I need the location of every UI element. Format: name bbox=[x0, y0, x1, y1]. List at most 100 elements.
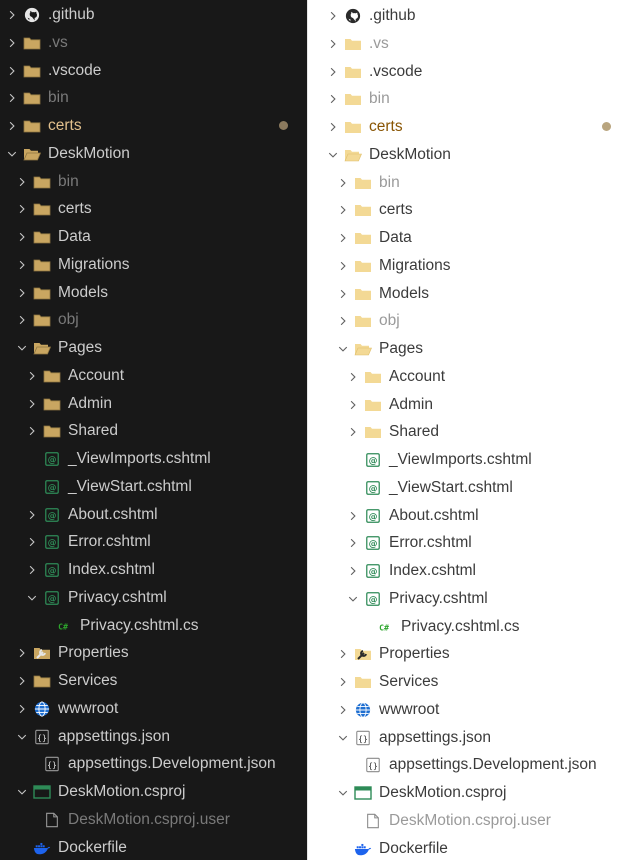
tree-item-bin[interactable]: bin bbox=[0, 85, 307, 111]
chevron-right-icon[interactable] bbox=[336, 175, 350, 191]
tree-item-admin[interactable]: Admin bbox=[308, 392, 620, 418]
chevron-right-icon[interactable] bbox=[326, 119, 340, 135]
tree-item-bin[interactable]: bin bbox=[308, 170, 620, 196]
chevron-right-icon[interactable] bbox=[346, 397, 360, 413]
chevron-right-icon[interactable] bbox=[5, 90, 19, 106]
tree-item-vscode[interactable]: .vscode bbox=[0, 58, 307, 84]
chevron-right-icon[interactable] bbox=[15, 257, 29, 273]
chevron-right-icon[interactable] bbox=[5, 63, 19, 79]
tree-item-privacy-cshtml-cs[interactable]: C# Privacy.cshtml.cs bbox=[308, 614, 620, 640]
chevron-down-icon[interactable] bbox=[346, 591, 360, 607]
tree-item-certs[interactable]: certs bbox=[308, 114, 620, 140]
tree-item-appsettings-json[interactable]: {} appsettings.json bbox=[308, 725, 620, 751]
tree-item-dockerfile[interactable]: Dockerfile bbox=[0, 835, 307, 860]
chevron-right-icon[interactable] bbox=[336, 674, 350, 690]
tree-item-wwwroot[interactable]: wwwroot bbox=[308, 697, 620, 723]
tree-item-deskmotion-csproj[interactable]: DeskMotion.csproj bbox=[308, 780, 620, 806]
tree-item-certs[interactable]: certs bbox=[0, 196, 307, 222]
chevron-right-icon[interactable] bbox=[336, 202, 350, 218]
chevron-right-icon[interactable] bbox=[5, 7, 19, 23]
tree-item-properties[interactable]: Properties bbox=[308, 641, 620, 667]
tree-item-certs[interactable]: certs bbox=[0, 113, 307, 139]
chevron-down-icon[interactable] bbox=[25, 590, 39, 606]
chevron-right-icon[interactable] bbox=[336, 286, 350, 302]
tree-item-index-cshtml[interactable]: @ Index.cshtml bbox=[0, 557, 307, 583]
tree-item-bin[interactable]: bin bbox=[308, 86, 620, 112]
tree-item-data[interactable]: Data bbox=[0, 224, 307, 250]
tree-item-pages[interactable]: Pages bbox=[308, 336, 620, 362]
tree-item-privacy-cshtml[interactable]: @ Privacy.cshtml bbox=[0, 585, 307, 611]
chevron-down-icon[interactable] bbox=[336, 341, 350, 357]
chevron-down-icon[interactable] bbox=[15, 340, 29, 356]
tree-item-obj[interactable]: obj bbox=[308, 308, 620, 334]
tree-item-deskmotion[interactable]: DeskMotion bbox=[0, 141, 307, 167]
tree-item-error-cshtml[interactable]: @ Error.cshtml bbox=[0, 529, 307, 555]
chevron-right-icon[interactable] bbox=[346, 369, 360, 385]
chevron-right-icon[interactable] bbox=[336, 230, 350, 246]
tree-item-error-cshtml[interactable]: @ Error.cshtml bbox=[308, 530, 620, 556]
chevron-right-icon[interactable] bbox=[15, 229, 29, 245]
chevron-right-icon[interactable] bbox=[336, 313, 350, 329]
tree-item-dockerfile[interactable]: Dockerfile bbox=[308, 836, 620, 860]
chevron-right-icon[interactable] bbox=[15, 285, 29, 301]
tree-item-about-cshtml[interactable]: @ About.cshtml bbox=[308, 503, 620, 529]
chevron-right-icon[interactable] bbox=[15, 201, 29, 217]
tree-item-deskmotion-csproj-user[interactable]: DeskMotion.csproj.user bbox=[0, 807, 307, 833]
chevron-right-icon[interactable] bbox=[25, 507, 39, 523]
chevron-down-icon[interactable] bbox=[326, 147, 340, 163]
chevron-right-icon[interactable] bbox=[326, 91, 340, 107]
chevron-right-icon[interactable] bbox=[15, 701, 29, 717]
chevron-down-icon[interactable] bbox=[15, 729, 29, 745]
chevron-right-icon[interactable] bbox=[25, 562, 39, 578]
tree-item-account[interactable]: Account bbox=[308, 364, 620, 390]
chevron-right-icon[interactable] bbox=[15, 673, 29, 689]
chevron-right-icon[interactable] bbox=[326, 8, 340, 24]
chevron-down-icon[interactable] bbox=[336, 785, 350, 801]
tree-item-vscode[interactable]: .vscode bbox=[308, 59, 620, 85]
tree-item-github[interactable]: .github bbox=[308, 3, 620, 29]
tree-item-account[interactable]: Account bbox=[0, 363, 307, 389]
chevron-right-icon[interactable] bbox=[25, 396, 39, 412]
chevron-right-icon[interactable] bbox=[336, 258, 350, 274]
tree-item-migrations[interactable]: Migrations bbox=[0, 252, 307, 278]
tree-item-deskmotion-csproj[interactable]: DeskMotion.csproj bbox=[0, 779, 307, 805]
chevron-right-icon[interactable] bbox=[25, 423, 39, 439]
tree-item-github[interactable]: .github bbox=[0, 2, 307, 28]
chevron-right-icon[interactable] bbox=[346, 563, 360, 579]
chevron-right-icon[interactable] bbox=[5, 118, 19, 134]
chevron-right-icon[interactable] bbox=[15, 312, 29, 328]
chevron-right-icon[interactable] bbox=[15, 645, 29, 661]
tree-item-certs[interactable]: certs bbox=[308, 197, 620, 223]
chevron-right-icon[interactable] bbox=[336, 702, 350, 718]
chevron-down-icon[interactable] bbox=[336, 730, 350, 746]
tree-item-privacy-cshtml[interactable]: @ Privacy.cshtml bbox=[308, 586, 620, 612]
tree-item-appsettings-development-json[interactable]: {} appsettings.Development.json bbox=[0, 751, 307, 777]
chevron-right-icon[interactable] bbox=[346, 508, 360, 524]
tree-item-viewimports-cshtml[interactable]: @ _ViewImports.cshtml bbox=[308, 447, 620, 473]
tree-item-viewstart-cshtml[interactable]: @ _ViewStart.cshtml bbox=[308, 475, 620, 501]
tree-item-services[interactable]: Services bbox=[308, 669, 620, 695]
tree-item-properties[interactable]: Properties bbox=[0, 640, 307, 666]
chevron-right-icon[interactable] bbox=[346, 535, 360, 551]
tree-item-models[interactable]: Models bbox=[308, 281, 620, 307]
chevron-right-icon[interactable] bbox=[346, 424, 360, 440]
tree-item-wwwroot[interactable]: wwwroot bbox=[0, 696, 307, 722]
tree-item-services[interactable]: Services bbox=[0, 668, 307, 694]
chevron-right-icon[interactable] bbox=[336, 646, 350, 662]
chevron-right-icon[interactable] bbox=[15, 174, 29, 190]
chevron-down-icon[interactable] bbox=[5, 146, 19, 162]
tree-item-about-cshtml[interactable]: @ About.cshtml bbox=[0, 502, 307, 528]
tree-item-pages[interactable]: Pages bbox=[0, 335, 307, 361]
chevron-right-icon[interactable] bbox=[25, 368, 39, 384]
tree-item-vs[interactable]: .vs bbox=[308, 31, 620, 57]
tree-item-privacy-cshtml-cs[interactable]: C# Privacy.cshtml.cs bbox=[0, 613, 307, 639]
tree-item-bin[interactable]: bin bbox=[0, 169, 307, 195]
tree-item-shared[interactable]: Shared bbox=[308, 419, 620, 445]
tree-item-deskmotion[interactable]: DeskMotion bbox=[308, 142, 620, 168]
tree-item-appsettings-json[interactable]: {} appsettings.json bbox=[0, 724, 307, 750]
tree-item-data[interactable]: Data bbox=[308, 225, 620, 251]
tree-item-deskmotion-csproj-user[interactable]: DeskMotion.csproj.user bbox=[308, 808, 620, 834]
chevron-right-icon[interactable] bbox=[326, 64, 340, 80]
chevron-right-icon[interactable] bbox=[326, 36, 340, 52]
tree-item-viewstart-cshtml[interactable]: @ _ViewStart.cshtml bbox=[0, 474, 307, 500]
